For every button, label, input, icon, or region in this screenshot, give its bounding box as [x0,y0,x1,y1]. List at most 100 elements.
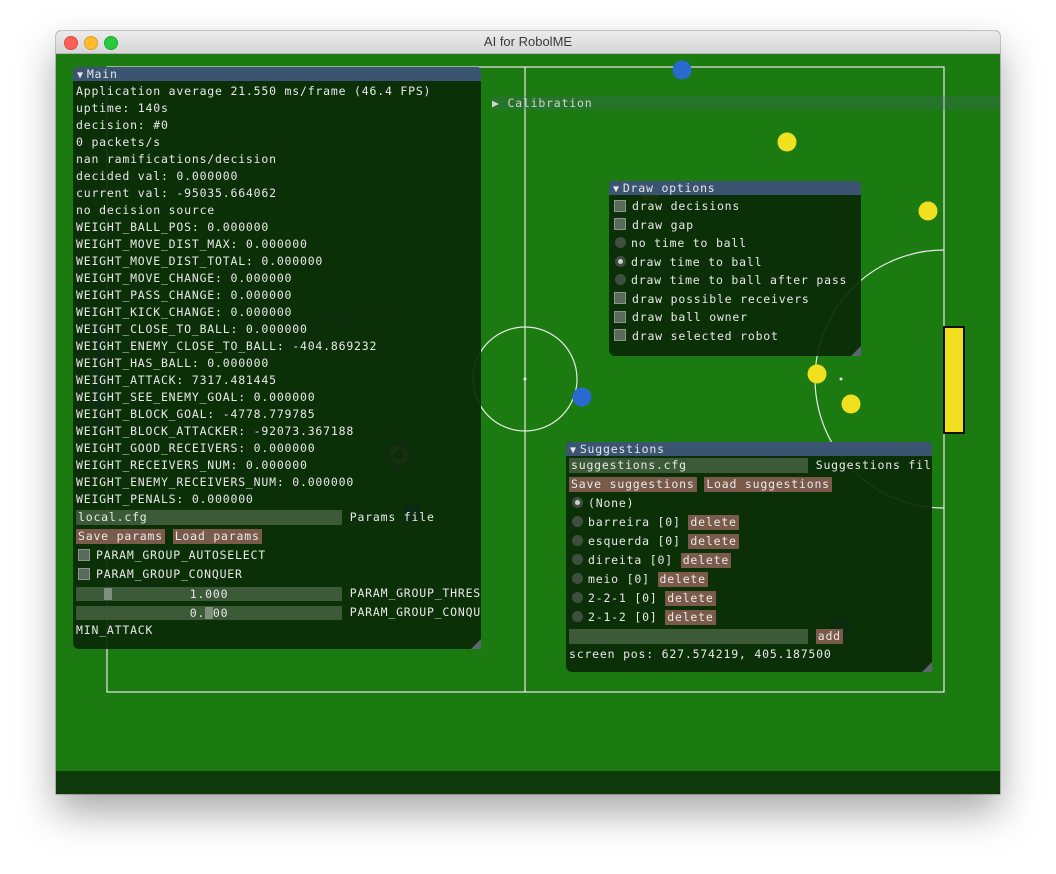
suggestion-row[interactable]: 2-1-2 [0] delete [566,608,932,627]
delete-suggestion-button[interactable]: delete [665,610,716,625]
weight-line: WEIGHT_KICK_CHANGE: 0.000000 [76,305,293,319]
slider-grab-handle[interactable] [104,587,112,600]
draw-option-label: draw ball owner [632,310,748,324]
weight-line: WEIGHT_BALL_POS: 0.000000 [76,220,270,234]
draw-option-item[interactable]: draw time to ball after pass [609,271,861,290]
params-file-input[interactable]: local.cfg [76,510,342,525]
suggestion-radio[interactable] [572,516,583,527]
suggestion-radio[interactable] [572,573,583,584]
delete-suggestion-button[interactable]: delete [680,553,732,568]
expand-right-icon: ▶ [492,96,508,110]
draw-options-header[interactable]: ▼ Draw options [609,181,861,195]
calibration-panel-header[interactable]: ▶ Calibration [492,96,1000,110]
draw-options-list: draw decisions draw gap no time to ball … [609,195,861,345]
suggestion-row[interactable]: esquerda [0] delete [566,532,932,551]
save-params-button[interactable]: Save params [76,529,165,544]
collapse-down-icon: ▼ [613,184,620,195]
weight-line: WEIGHT_HAS_BALL: 0.000000 [76,356,270,370]
draw-ball-owner-checkbox[interactable] [614,310,626,323]
draw-option-label: draw selected robot [632,328,779,343]
slider-grab-handle[interactable] [205,606,213,619]
draw-receivers-checkbox[interactable] [614,292,626,304]
save-suggestions-button[interactable]: Save suggestions [569,477,697,492]
weight-line: WEIGHT_MOVE_CHANGE: 0.000000 [76,271,293,285]
params-buttons-row: Save params Load params [73,527,481,546]
conquer-slider-row: 0.500 PARAM_GROUP_CONQU [73,603,481,622]
draw-option-label: no time to ball [631,236,747,250]
suggestions-file-label: Suggestions fil [815,458,932,472]
weight-line: WEIGHT_PASS_CHANGE: 0.000000 [76,288,293,302]
weight-line: WEIGHT_PENALS: 0.000000 [76,492,254,506]
draw-options-panel: ▼ Draw options draw decisions draw gap no… [609,181,861,356]
right-penalty-mark [839,377,843,381]
draw-option-item[interactable]: no time to ball [609,234,861,253]
resize-grip[interactable] [851,346,861,356]
autoselect-row: PARAM_GROUP_AUTOSELECT [73,546,481,565]
delete-suggestion-button[interactable]: delete [688,515,739,530]
time-to-ball-radio[interactable] [615,255,626,267]
delete-suggestion-button[interactable]: delete [665,591,716,606]
new-suggestion-input[interactable] [569,629,808,644]
main-panel: ▼ Main Application average 21.550 ms/fram… [73,67,481,649]
add-suggestion-button[interactable]: add [815,629,843,644]
suggestion-radio[interactable] [572,535,583,546]
threshold-slider[interactable]: 1.000 [76,586,342,601]
stat-line: nan ramifications/decision [76,152,277,166]
stat-line: decided val: 0.000000 [76,169,239,183]
suggestion-row[interactable]: 2-2-1 [0] delete [566,589,932,608]
load-params-button[interactable]: Load params [172,529,262,544]
main-panel-header[interactable]: ▼ Main [73,67,481,81]
soccer-field-view[interactable]: ▶ Calibration ▼ Main Application average … [56,54,1000,794]
draw-selected-robot-checkbox[interactable] [614,329,626,341]
draw-option-item[interactable]: draw time to ball [609,253,861,272]
suggestion-radio[interactable] [572,592,583,603]
draw-option-item[interactable]: draw selected robot [609,327,861,346]
suggestion-none-row[interactable]: (None) [566,494,932,513]
delete-suggestion-button[interactable]: delete [657,572,708,587]
weight-line: WEIGHT_ENEMY_RECEIVERS_NUM: 0.000000 [76,475,355,489]
no-time-to-ball-radio[interactable] [615,237,626,248]
draw-option-item[interactable]: draw gap [609,216,861,235]
draw-gap-checkbox[interactable] [614,218,626,230]
right-goal [943,326,965,434]
add-suggestion-row: add [566,627,932,646]
draw-option-item[interactable]: draw decisions [609,197,861,216]
screen-pos-readout: screen pos: 627.574219, 405.187500 [569,647,832,661]
yellow-robot-4 [841,394,861,414]
draw-option-item[interactable]: draw ball owner [609,308,861,327]
suggestions-header[interactable]: ▼ Suggestions [566,442,932,456]
weight-line: WEIGHT_BLOCK_ATTACKER: -92073.367188 [76,424,355,438]
suggestion-row[interactable]: barreira [0] delete [566,513,932,532]
suggestions-file-input[interactable]: suggestions.cfg [569,458,808,473]
weight-line: WEIGHT_MOVE_DIST_MAX: 0.000000 [76,237,308,251]
draw-option-item[interactable]: draw possible receivers [609,290,861,309]
conquer-slider[interactable]: 0.500 [76,605,342,620]
suggestion-radio[interactable] [572,554,583,565]
weight-line: WEIGHT_ATTACK: 7317.481445 [76,373,277,387]
suggestion-row[interactable]: meio [0] delete [566,570,932,589]
weight-line: WEIGHT_SEE_ENEMY_GOAL: 0.000000 [76,390,316,404]
delete-suggestion-button[interactable]: delete [688,534,739,549]
conquer-checkbox[interactable] [78,567,90,580]
time-after-pass-radio[interactable] [615,274,626,285]
main-stats-list: Application average 21.550 ms/frame (46.… [73,81,481,508]
params-file-row: local.cfg Params file [73,508,481,527]
calibration-title: Calibration [507,96,593,110]
draw-options-title: Draw options [622,181,716,195]
draw-decisions-checkbox[interactable] [614,199,626,212]
status-bar [56,771,1000,794]
load-suggestions-button[interactable]: Load suggestions [704,477,832,492]
resize-grip[interactable] [471,639,481,649]
autoselect-checkbox[interactable] [78,548,90,561]
stat-line: Application average 21.550 ms/frame (46.… [76,84,432,98]
suggestion-label: esquerda [0] [588,534,681,548]
suggestions-file-row: suggestions.cfg Suggestions fil [566,456,932,475]
blue-robot-2 [572,387,592,407]
suggestion-radio[interactable] [572,611,583,622]
suggestion-row[interactable]: direita [0] delete [566,551,932,570]
suggestion-label: barreira [0] [588,515,681,529]
threshold-slider-label: PARAM_GROUP_THRES [349,586,481,600]
resize-grip[interactable] [922,662,932,672]
suggestion-none-radio[interactable] [572,497,583,508]
title-bar: AI for RobolME [56,31,1000,54]
